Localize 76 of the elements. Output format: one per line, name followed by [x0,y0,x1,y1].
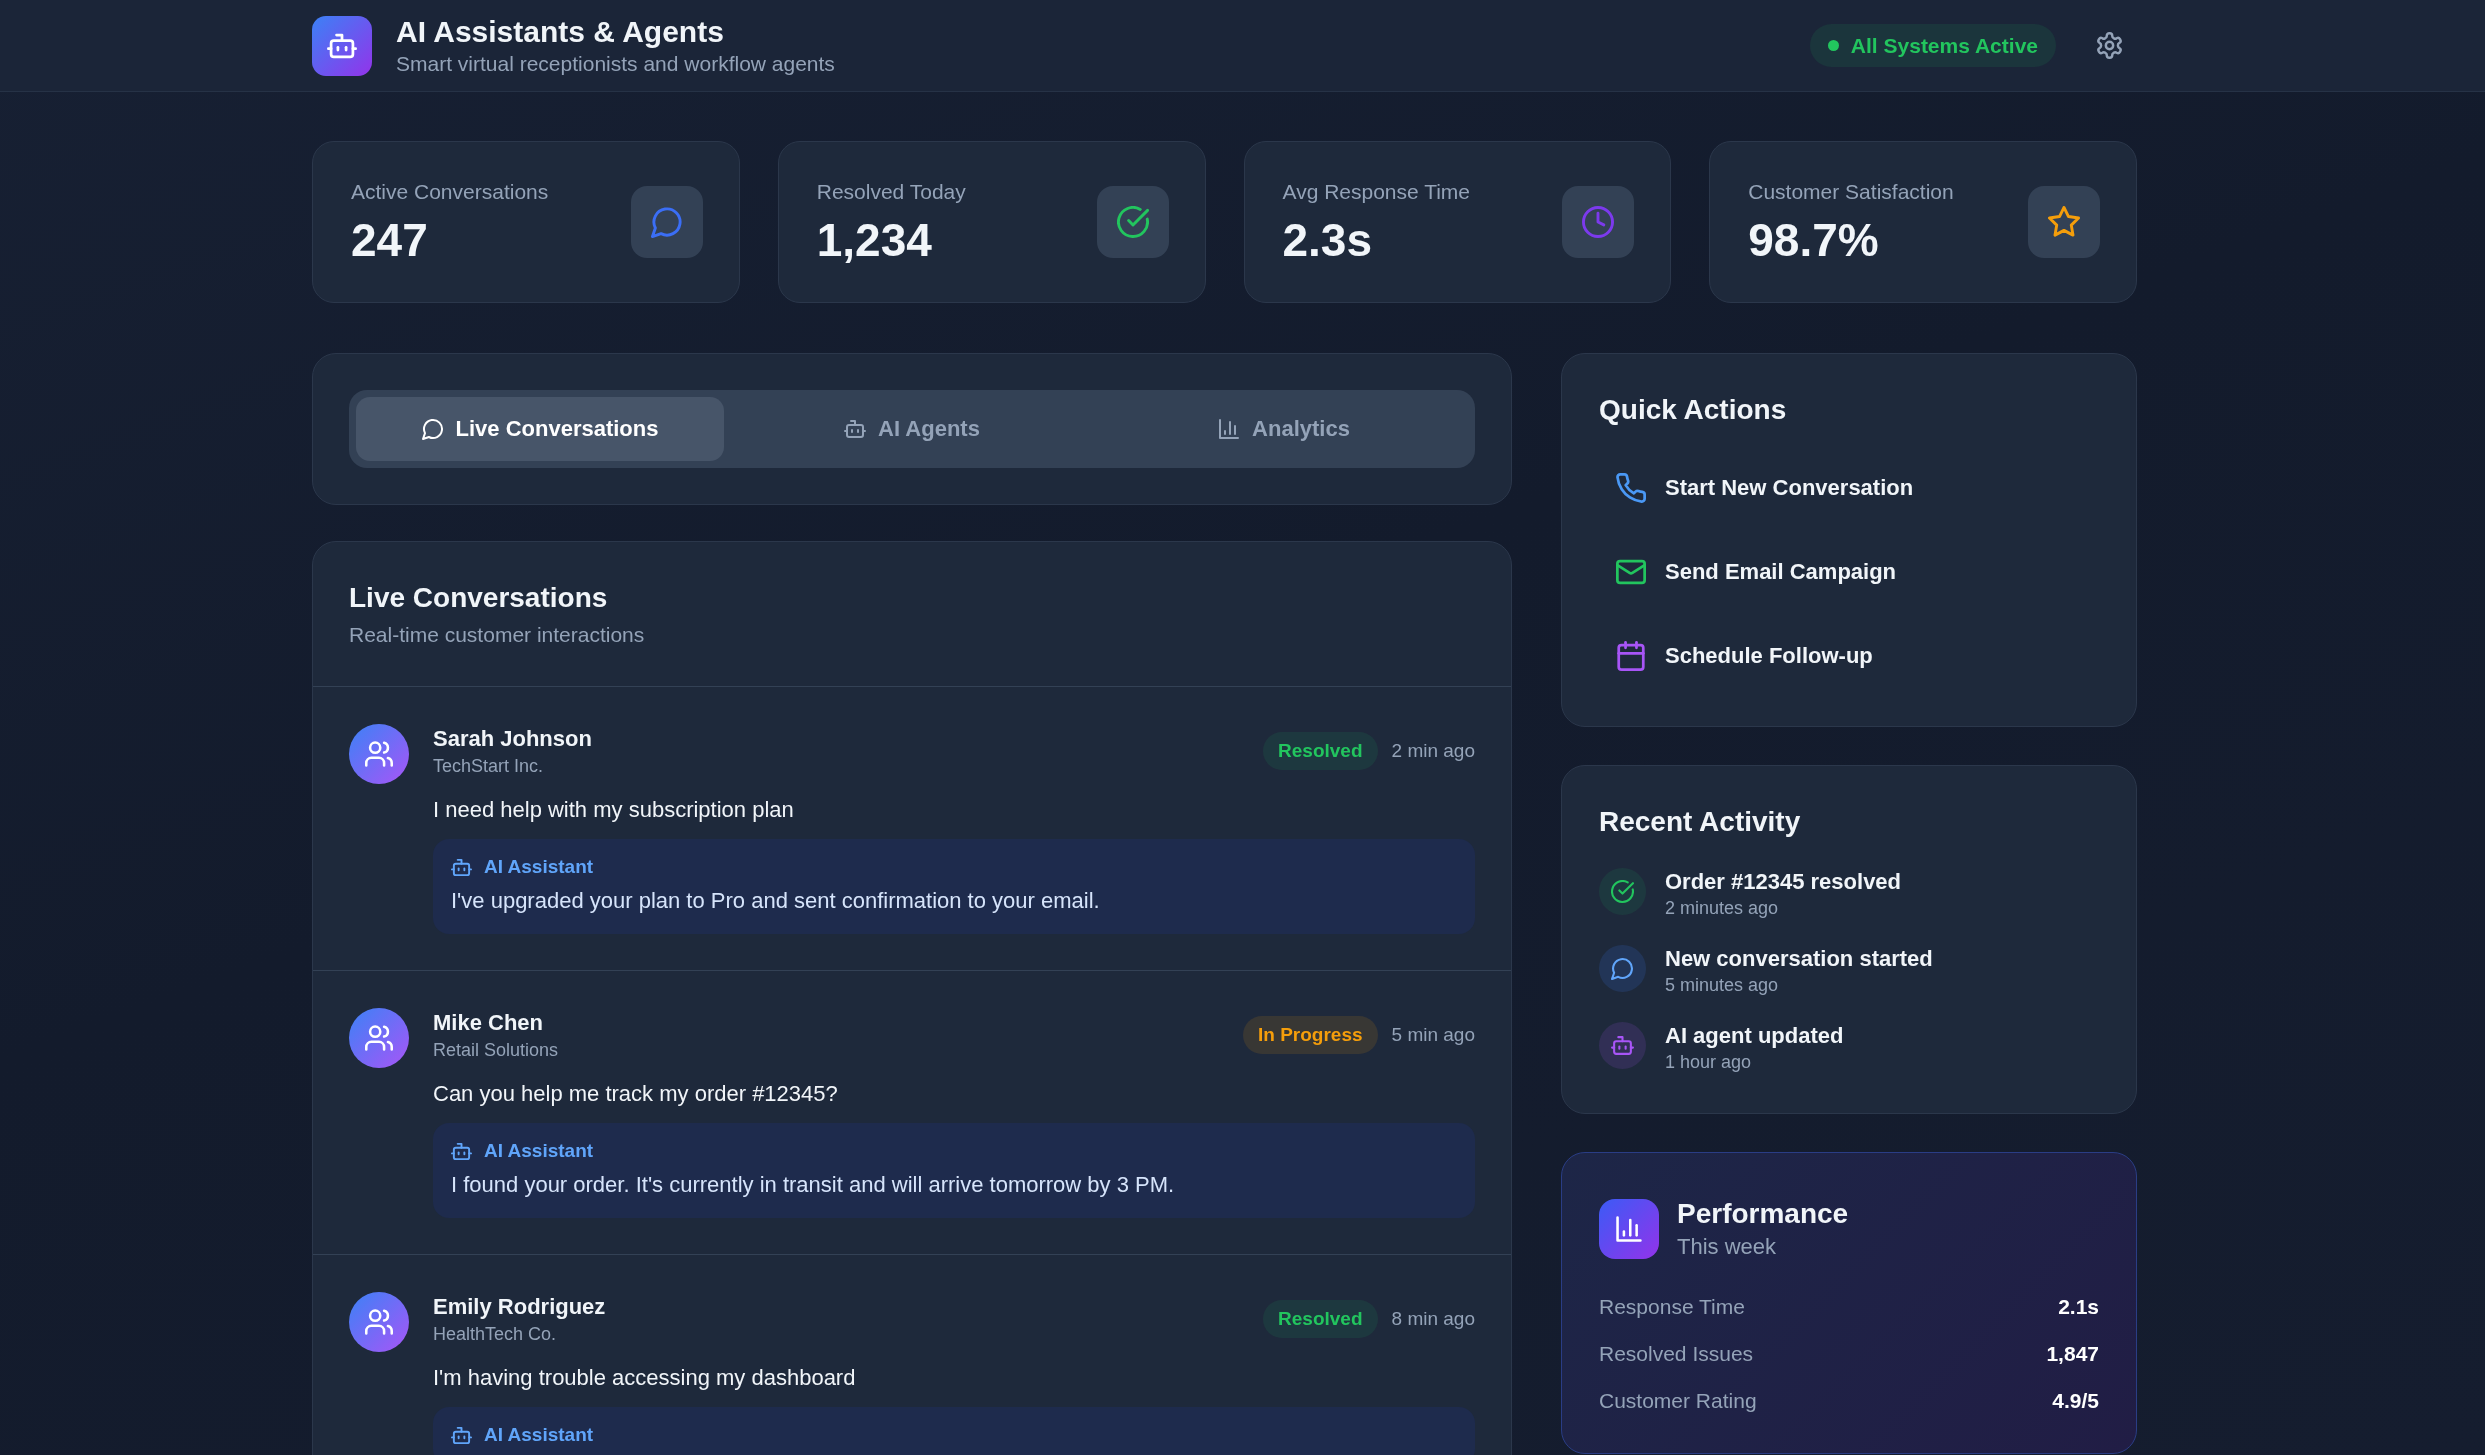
message-time: 8 min ago [1391,1308,1475,1330]
panel-title: Performance [1677,1197,1849,1231]
panel-title: Quick Actions [1599,393,1788,427]
ai-label: AI Assistant [484,1139,594,1163]
status-badge: Resolved [1263,732,1378,770]
envelope-icon [1616,557,1646,587]
ai-label: AI Assistant [484,1423,594,1447]
ai-reply-text: I've upgraded your plan to Pro and sent confirmation to your email. [451,887,1101,915]
customer-message: Can you help me track my order #12345? [433,1080,839,1108]
metric-label: Response Time [1599,1294,1745,1320]
status-label: All Systems Active [1850,33,2038,58]
activity-time: 2 minutes ago [1665,897,1780,920]
robot-icon [451,856,472,878]
quick-action-button[interactable]: Start New Conversation [1599,455,2099,521]
activity-time: 5 minutes ago [1665,974,1780,997]
robot-icon [312,15,372,76]
activity-text: Order #12345 resolved [1665,868,1902,896]
tab[interactable]: Analytics [1100,397,1468,461]
metric-value: 2.1s [2058,1294,2099,1320]
metric-value: 1,847 [2046,1341,2099,1367]
ai-reply-text: I found your order. It's currently in transit and will arrive tomorrow by 3 PM. [451,1171,1176,1199]
robot-icon [451,1140,472,1162]
stat-value: 247 [351,214,429,266]
clock-icon [1562,186,1635,258]
customer-name: Emily Rodriguez [433,1293,606,1321]
metric-label: Customer Rating [1599,1388,1757,1414]
company-name: HealthTech Co. [433,1323,558,1346]
app-title: AI Assistants & Agents [396,13,725,50]
status-dot-icon [1827,40,1839,51]
people-avatar-icon [349,1008,409,1068]
customer-name: Sarah Johnson [433,725,592,753]
bar-chart-icon [1599,1199,1659,1259]
status-badge: Resolved [1263,1300,1378,1338]
panel-subtitle: Real-time customer interactions [349,622,646,648]
customer-message: I'm having trouble accessing my dashboard [433,1364,857,1392]
tab[interactable]: AI Agents [728,397,1096,461]
stat-label: Customer Satisfaction [1748,179,1954,205]
people-avatar-icon [349,724,409,784]
chat-bubble-icon [630,186,703,258]
robot-icon [451,1424,472,1446]
panel-subtitle: This week [1677,1233,1778,1261]
tab[interactable]: Live Conversations [356,397,724,461]
stat-value: 98.7% [1748,214,1880,266]
ai-label: AI Assistant [484,855,594,879]
app-subtitle: Smart virtual receptionists and workflow agents [396,50,835,77]
metric-label: Resolved Issues [1599,1341,1754,1367]
company-name: Retail Solutions [433,1039,559,1062]
stat-label: Active Conversations [351,179,549,205]
stat-label: Resolved Today [816,179,966,205]
metric-value: 4.9/5 [2052,1388,2099,1414]
stat-value: 1,234 [816,214,933,266]
message-time: 5 min ago [1391,1024,1475,1046]
company-name: TechStart Inc. [433,755,545,778]
panel-title: Recent Activity [1599,805,1802,839]
status-badge: In Progress [1243,1016,1378,1054]
stat-label: Avg Response Time [1282,179,1471,205]
panel-title: Live Conversations [349,581,609,615]
quick-action-button[interactable]: Schedule Follow-up [1599,623,2099,689]
activity-text: New conversation started [1665,945,1933,973]
bar-chart-icon [1218,418,1241,440]
settings-icon [2095,32,2123,59]
people-avatar-icon [349,1292,409,1352]
chat-bubble-icon [421,418,444,440]
robot-icon [1599,1022,1646,1069]
calendar-icon [1616,641,1646,671]
message-time: 2 min ago [1391,740,1475,762]
chat-bubble-icon [1599,945,1646,992]
stat-value: 2.3s [1282,214,1374,266]
customer-name: Mike Chen [433,1009,545,1037]
robot-icon [844,418,867,440]
customer-message: I need help with my subscription plan [433,796,795,824]
check-circle-icon [1599,868,1646,915]
activity-time: 1 hour ago [1665,1051,1753,1074]
quick-action-button[interactable]: Send Email Campaign [1599,539,2099,605]
phone-icon [1616,473,1646,503]
activity-text: AI agent updated [1665,1022,1844,1050]
